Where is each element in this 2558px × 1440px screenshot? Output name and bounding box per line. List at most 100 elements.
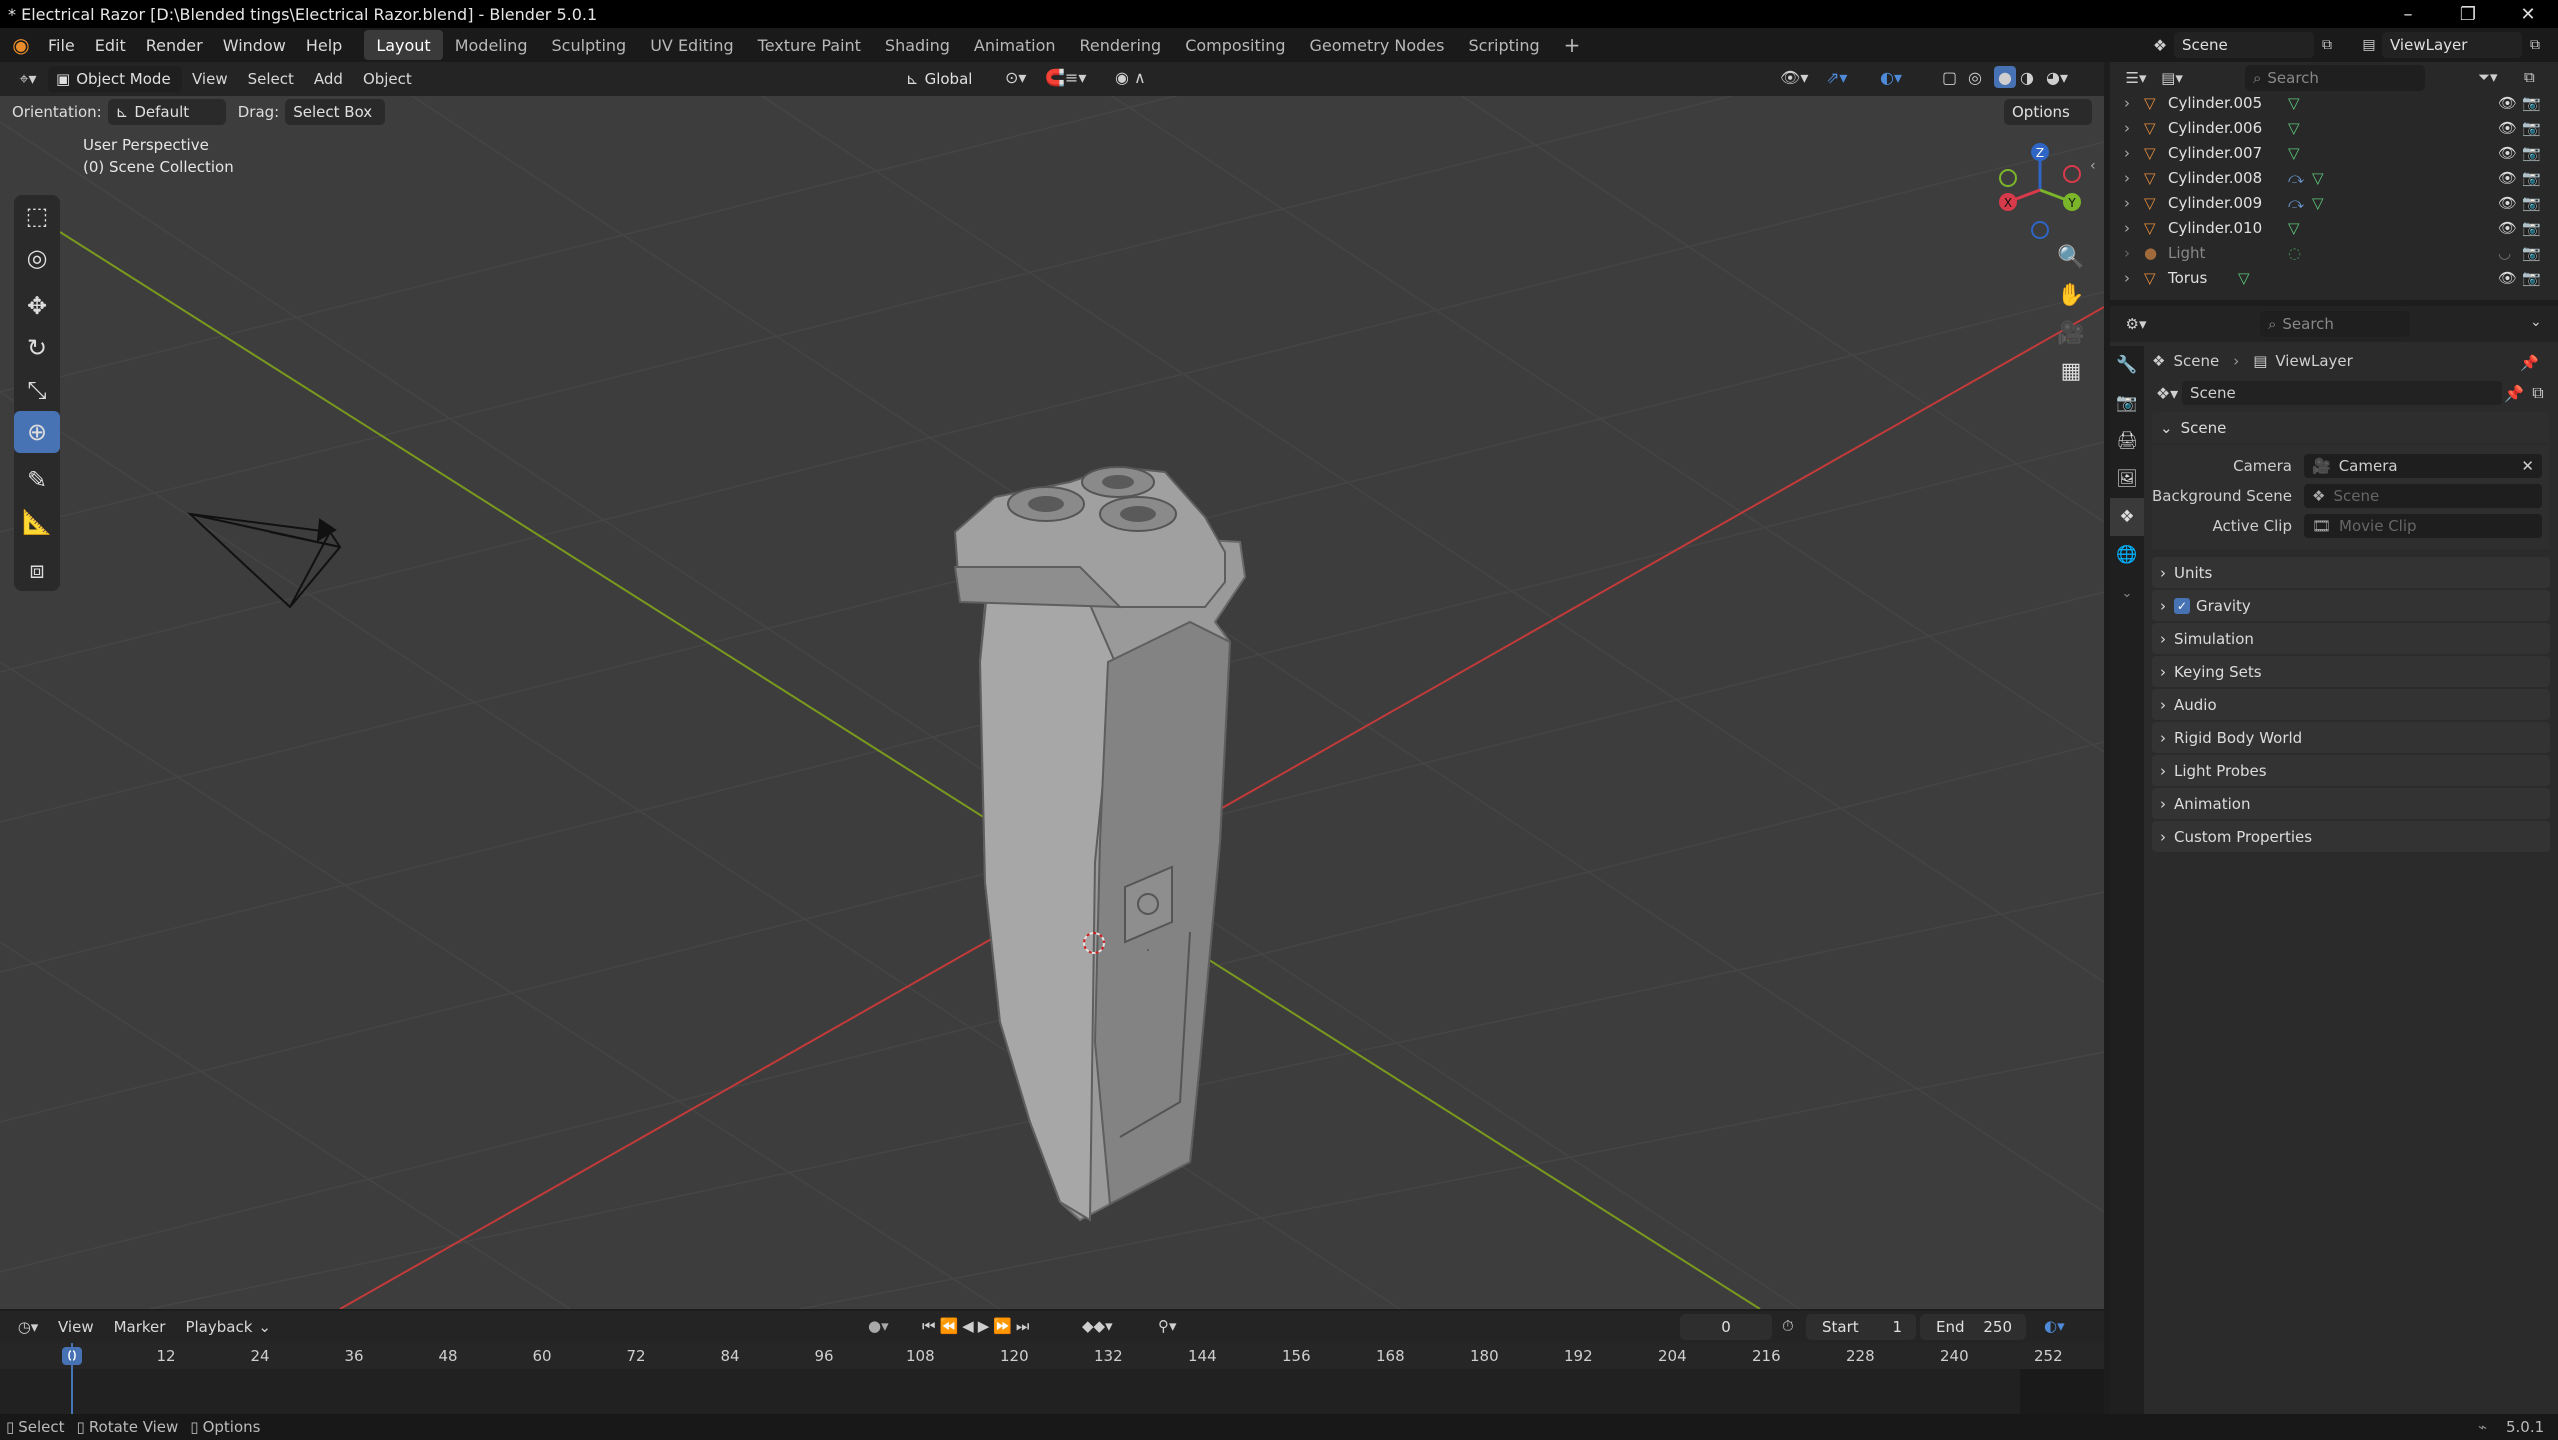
razor-model[interactable] [953, 465, 1247, 1222]
scene-icon[interactable]: ❖ [2146, 36, 2174, 55]
visibility-eye-icon[interactable]: 👁 [2498, 169, 2517, 187]
expand-chevron-icon[interactable]: › [2110, 169, 2144, 187]
menu-select[interactable]: Select [238, 62, 304, 96]
panel-custom-properties[interactable]: › Custom Properties [2152, 821, 2550, 852]
object-name[interactable]: Cylinder.007 [2168, 144, 2288, 162]
scale-tool-icon[interactable]: ⤡ [14, 369, 60, 411]
view-layer-tab-icon[interactable]: 🖼 [2110, 460, 2144, 498]
object-name[interactable]: Torus [2168, 269, 2238, 287]
timeline-menu-playback[interactable]: Playback ⌄ [175, 1310, 281, 1344]
proportional-edit-icon[interactable]: ◉ ∧ [1115, 68, 1146, 87]
new-viewlayer-icon[interactable]: ⧉ [2522, 37, 2548, 53]
3d-viewport[interactable]: User Perspective (0) Scene Collection ⬚ … [0, 62, 2104, 1309]
camera-view-icon[interactable]: 🎥 [2052, 314, 2090, 352]
tab-modeling[interactable]: Modeling [443, 30, 540, 60]
navigation-gizmo[interactable]: Z Y X [1990, 140, 2090, 240]
pivot-icon[interactable]: ⊙▾ [1005, 68, 1026, 87]
ortho-grid-icon[interactable]: ▦ [2052, 352, 2090, 390]
tab-uv-editing[interactable]: UV Editing [638, 30, 745, 60]
wireframe-shading-icon[interactable]: ◎ [1968, 68, 1982, 87]
render-camera-icon[interactable]: 📷 [2522, 244, 2541, 262]
menu-edit[interactable]: Edit [85, 28, 136, 62]
outliner-row-light[interactable]: › ● Light ◌ ◡ 📷 [2110, 240, 2558, 265]
panel-gravity[interactable]: › ✓ Gravity [2152, 590, 2550, 621]
expand-chevron-icon[interactable]: › [2110, 219, 2144, 237]
blender-logo-icon[interactable]: ◉ [4, 33, 38, 57]
mode-selector[interactable]: ▣ Object Mode [48, 66, 182, 92]
filter-icon[interactable]: ⏷▾ [2478, 68, 2498, 86]
editor-type-icon[interactable]: ⌖▾ [8, 69, 48, 89]
visibility-eye-icon[interactable]: 👁 [2498, 194, 2517, 212]
background-scene-field[interactable]: ❖ Scene [2304, 484, 2542, 508]
hidden-eye-icon[interactable]: ◡ [2498, 244, 2511, 262]
transform-orientation-selector[interactable]: ⊾ Global [898, 66, 990, 92]
auto-keying-icon[interactable]: ●▾ [868, 1317, 889, 1335]
object-name[interactable]: Cylinder.010 [2168, 219, 2288, 237]
visibility-eye-icon[interactable]: 👁 [2498, 269, 2517, 287]
sidebar-toggle-icon[interactable]: ‹ [2090, 158, 2096, 174]
object-name[interactable]: Cylinder.009 [2168, 194, 2288, 212]
add-cube-tool-icon[interactable]: ⧈ [14, 549, 60, 591]
move-tool-icon[interactable]: ✥ [14, 285, 60, 327]
menu-render[interactable]: Render [136, 28, 213, 62]
outliner-row-cylinder-010[interactable]: › ▽ Cylinder.010 ▽ 👁 📷 [2110, 215, 2558, 240]
new-datablock-icon[interactable]: ⧉ [2526, 383, 2550, 403]
render-camera-icon[interactable]: 📷 [2522, 269, 2541, 287]
tab-texture-paint[interactable]: Texture Paint [746, 30, 873, 60]
timeline-menu-view[interactable]: View [48, 1310, 104, 1344]
expand-chevron-icon[interactable]: › [2110, 269, 2144, 287]
properties-search-input[interactable]: ⌕ Search [2260, 311, 2410, 337]
add-workspace-icon[interactable]: + [1552, 30, 1593, 60]
preview-range-icon[interactable]: ⏱ [1782, 1317, 1794, 1335]
outliner-row-cylinder-007[interactable]: › ▽ Cylinder.007 ▽ 👁 📷 [2110, 140, 2558, 165]
visibility-eye-icon[interactable]: 👁 [2498, 144, 2517, 162]
material-shading-icon[interactable]: ◑ [2020, 68, 2034, 87]
new-scene-icon[interactable]: ⧉ [2314, 37, 2340, 53]
visibility-eye-icon[interactable]: 👁 [2498, 219, 2517, 237]
properties-editor-icon[interactable]: ⚙▾ [2116, 315, 2156, 333]
keying-icon[interactable]: ⚲▾ [1158, 1317, 1177, 1335]
timeline-track[interactable] [0, 1343, 2104, 1414]
outliner-row-torus[interactable]: › ▽ Torus ▽ 👁 📷 [2110, 265, 2558, 290]
timeline-ruler[interactable]: 0122436486072849610812013214415616818019… [0, 1343, 2104, 1369]
close-button[interactable]: ✕ [2500, 0, 2556, 28]
camera-object[interactable] [187, 512, 342, 609]
scene-datablock-field[interactable]: Scene [2182, 381, 2502, 405]
menu-help[interactable]: Help [296, 28, 352, 62]
playback-controls[interactable]: ⏮⏪◀▶⏩⏭ [922, 1317, 1033, 1335]
xray-icon[interactable]: ▢ [1942, 68, 1957, 87]
expand-chevron-icon[interactable]: › [2110, 194, 2144, 212]
snap-icon[interactable]: 🧲≡▾ [1045, 68, 1086, 87]
render-camera-icon[interactable]: 📷 [2522, 119, 2541, 137]
overlay-toggle-icon[interactable]: ◐▾ [1880, 68, 1902, 87]
object-name[interactable]: Cylinder.006 [2168, 119, 2288, 137]
tab-layout[interactable]: Layout [364, 30, 443, 60]
drag-dropdown[interactable]: Select Box [285, 99, 386, 125]
gravity-checkbox[interactable]: ✓ [2174, 597, 2190, 614]
panel-audio[interactable]: › Audio [2152, 689, 2550, 720]
rendered-shading-icon[interactable]: ◕▾ [2046, 68, 2068, 87]
expand-chevron-icon[interactable]: › [2110, 244, 2144, 262]
render-camera-icon[interactable]: 📷 [2522, 144, 2541, 162]
fake-user-icon[interactable]: 📌 [2502, 384, 2526, 403]
select-box-tool-icon[interactable]: ⬚ [14, 195, 60, 237]
object-name[interactable]: Cylinder.008 [2168, 169, 2288, 187]
outliner-row-cylinder-006[interactable]: › ▽ Cylinder.006 ▽ 👁 📷 [2110, 115, 2558, 140]
scene-panel-header[interactable]: ⌄ Scene [2152, 412, 2550, 443]
clear-camera-icon[interactable]: ✕ [2521, 457, 2534, 475]
tab-compositing[interactable]: Compositing [1173, 30, 1297, 60]
render-tab-icon[interactable]: 📷 [2110, 384, 2144, 422]
outliner-editor-icon[interactable]: ☰▾ [2116, 69, 2156, 87]
visibility-eye-icon[interactable]: 👁 [2498, 94, 2517, 112]
panel-animation[interactable]: › Animation [2152, 788, 2550, 819]
tab-animation[interactable]: Animation [962, 30, 1068, 60]
scene-browse-icon[interactable]: ❖▾ [2152, 384, 2182, 403]
display-mode-icon[interactable]: ▤▾ [2156, 69, 2188, 87]
outliner-row-cylinder-008[interactable]: › ▽ Cylinder.008 ⤼ ▽ 👁 📷 [2110, 165, 2558, 190]
output-tab-icon[interactable]: 🖨 [2110, 422, 2144, 460]
maximize-button[interactable]: ❐ [2440, 0, 2496, 28]
tab-sculpting[interactable]: Sculpting [539, 30, 638, 60]
world-tab-icon[interactable]: 🌐 [2110, 536, 2144, 574]
visibility-eye-icon[interactable]: 👁 [2498, 119, 2517, 137]
annotate-tool-icon[interactable]: ✎ [14, 459, 60, 501]
